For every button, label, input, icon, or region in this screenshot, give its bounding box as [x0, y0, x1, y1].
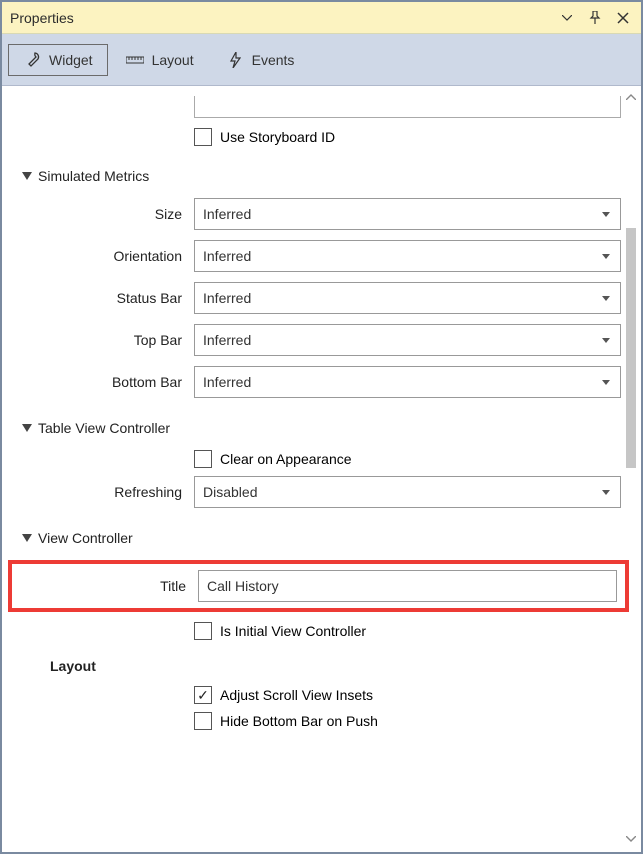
clear-on-appearance-row: Clear on Appearance: [194, 450, 621, 468]
hide-bottom-bar-label: Hide Bottom Bar on Push: [220, 713, 378, 729]
orientation-select[interactable]: Inferred: [194, 240, 621, 272]
is-initial-vc-checkbox[interactable]: [194, 622, 212, 640]
section-simulated-metrics[interactable]: Simulated Metrics: [22, 168, 621, 184]
panel-title: Properties: [10, 10, 557, 26]
adjust-scroll-insets-row: Adjust Scroll View Insets: [194, 686, 621, 704]
section-tvc-label: Table View Controller: [38, 420, 170, 436]
highlighted-title-row: Title: [8, 560, 629, 612]
tabbar: Widget Layout Events: [2, 34, 641, 86]
bottom-bar-select[interactable]: Inferred: [194, 366, 621, 398]
refreshing-label: Refreshing: [16, 484, 194, 500]
is-initial-vc-label: Is Initial View Controller: [220, 623, 366, 639]
close-icon[interactable]: [613, 8, 633, 28]
section-view-controller[interactable]: View Controller: [22, 530, 621, 546]
hide-bottom-bar-checkbox[interactable]: [194, 712, 212, 730]
titlebar: Properties: [2, 2, 641, 34]
section-simulated-metrics-label: Simulated Metrics: [38, 168, 149, 184]
adjust-scroll-insets-label: Adjust Scroll View Insets: [220, 687, 373, 703]
status-bar-select[interactable]: Inferred: [194, 282, 621, 314]
tab-widget[interactable]: Widget: [8, 44, 108, 76]
tab-layout-label: Layout: [152, 52, 194, 68]
is-initial-vc-row: Is Initial View Controller: [194, 622, 621, 640]
size-select[interactable]: Inferred: [194, 198, 621, 230]
scroll-down-icon[interactable]: [624, 830, 638, 848]
scroll-thumb[interactable]: [626, 228, 636, 468]
wrench-icon: [23, 51, 41, 69]
properties-content: Use Storyboard ID Simulated Metrics Size…: [2, 86, 641, 852]
pin-icon[interactable]: [585, 8, 605, 28]
layout-subheader: Layout: [50, 658, 621, 674]
tab-events-label: Events: [252, 52, 295, 68]
refreshing-select[interactable]: Disabled: [194, 476, 621, 508]
size-label: Size: [16, 206, 194, 222]
expand-icon: [22, 534, 32, 542]
expand-icon: [22, 424, 32, 432]
title-label: Title: [20, 578, 198, 594]
scrollbar[interactable]: [624, 88, 638, 848]
scroll-up-icon[interactable]: [624, 88, 638, 106]
section-table-view-controller[interactable]: Table View Controller: [22, 420, 621, 436]
adjust-scroll-insets-checkbox[interactable]: [194, 686, 212, 704]
tab-widget-label: Widget: [49, 52, 93, 68]
use-storyboard-row: Use Storyboard ID: [194, 128, 621, 146]
top-bar-label: Top Bar: [16, 332, 194, 348]
clear-on-appearance-checkbox[interactable]: [194, 450, 212, 468]
use-storyboard-checkbox[interactable]: [194, 128, 212, 146]
status-bar-label: Status Bar: [16, 290, 194, 306]
ruler-icon: [126, 51, 144, 69]
top-bar-select[interactable]: Inferred: [194, 324, 621, 356]
tab-events[interactable]: Events: [212, 45, 309, 75]
hide-bottom-bar-row: Hide Bottom Bar on Push: [194, 712, 621, 730]
clear-on-appearance-label: Clear on Appearance: [220, 451, 352, 467]
partial-field-above[interactable]: [194, 96, 621, 118]
use-storyboard-label: Use Storyboard ID: [220, 129, 335, 145]
lightning-icon: [226, 51, 244, 69]
tab-layout[interactable]: Layout: [112, 45, 208, 75]
expand-icon: [22, 172, 32, 180]
section-vc-label: View Controller: [38, 530, 133, 546]
titlebar-buttons: [557, 8, 633, 28]
title-input[interactable]: [198, 570, 617, 602]
bottom-bar-label: Bottom Bar: [16, 374, 194, 390]
orientation-label: Orientation: [16, 248, 194, 264]
dropdown-icon[interactable]: [557, 8, 577, 28]
